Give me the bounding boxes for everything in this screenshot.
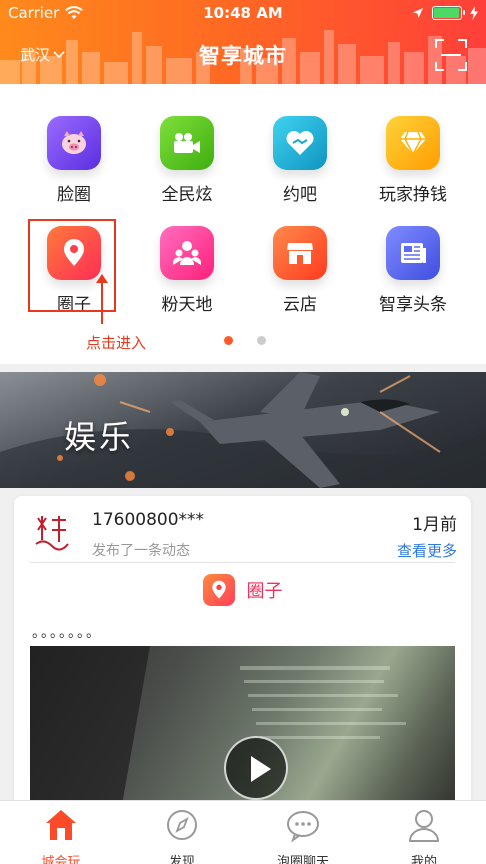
grid-item-label: 智享头条 [379,295,447,315]
post-card[interactable]: 17600800*** 1月前 发布了一条动态 查看更多 圈子 。。。。。。。 [14,496,471,816]
grid-item-label: 全民炫 [161,185,213,205]
newspaper-icon [386,226,440,280]
grid-item-label: 玩家挣钱 [379,185,447,205]
tag-label: 圈子 [246,581,283,602]
divider [30,562,455,563]
grid-item-headlines[interactable]: 智享头条 [363,226,463,326]
grid-item-face-circle[interactable]: 脸圈 [24,116,124,216]
tab-chat[interactable]: 泡圈聊天 [253,807,353,864]
play-button[interactable] [224,736,288,800]
grid-item-fans[interactable]: 粉天地 [137,226,237,326]
tab-label: 我的 [410,855,437,864]
grid-item-earn[interactable]: 玩家挣钱 [363,116,463,216]
scan-qr-icon[interactable] [434,38,468,72]
page-indicator [224,336,266,345]
tab-bar: 城会玩 发现 泡圈聊天 我的 [0,800,486,864]
post-text: 。。。。。。。 [32,625,102,641]
home-icon [46,810,76,840]
tab-profile[interactable]: 我的 [374,807,474,864]
app-screen: Carrier 10:48 AM 武汉 智享城市 脸圈 全民炫 约吧 玩家挣钱 … [0,0,486,864]
header: Carrier 10:48 AM 武汉 智享城市 [0,0,486,84]
post-subtitle: 发布了一条动态 [92,543,190,559]
page-dot-active[interactable] [224,336,233,345]
charging-icon [470,6,478,20]
store-icon [273,226,327,280]
heart-handshake-icon [273,116,327,170]
grid-item-cloud-store[interactable]: 云店 [250,226,350,326]
status-right [412,6,478,20]
post-tag[interactable]: 圈子 [14,574,471,606]
video-thumbnail[interactable] [30,646,455,816]
grid-item-label: 脸圈 [57,185,91,205]
chat-bubble-icon [287,811,319,843]
user-icon [408,810,440,842]
grid-item-show[interactable]: 全民炫 [137,116,237,216]
grid-item-date[interactable]: 约吧 [250,116,350,216]
grid-item-label: 约吧 [283,185,317,205]
avatar[interactable] [32,514,72,554]
post-username: 17600800*** [92,510,205,530]
tab-home[interactable]: 城会玩 [11,807,111,864]
nav-bar: 武汉 智享城市 [0,28,486,84]
entertainment-banner[interactable]: 娱乐 [0,372,486,488]
battery-fill [434,8,459,18]
banner-title: 娱乐 [64,418,135,456]
arrow-up-icon [96,274,108,324]
post-time: 1月前 [412,515,457,535]
diamond-icon [386,116,440,170]
video-camera-icon [160,116,214,170]
compass-icon [167,810,197,840]
tab-label: 泡圈聊天 [276,855,329,864]
see-more-link[interactable]: 查看更多 [397,540,457,561]
status-bar: Carrier 10:48 AM [0,0,486,28]
feature-grid: 脸圈 全民炫 约吧 玩家挣钱 圈子 粉天地 云店 智享头条 点击进入 [0,84,486,364]
people-icon [160,226,214,280]
pig-icon [47,116,101,170]
tab-discover[interactable]: 发现 [132,807,232,864]
battery-icon [432,6,465,20]
grid-item-label: 云店 [283,295,317,315]
page-title: 智享城市 [199,44,287,68]
tip-label: 点击进入 [86,334,147,352]
page-dot[interactable] [257,336,266,345]
tab-label: 城会玩 [41,855,81,864]
location-pin-icon [202,574,235,606]
grid-item-label: 粉天地 [161,295,213,315]
tab-label: 发现 [168,855,195,864]
location-arrow-icon [413,8,423,18]
